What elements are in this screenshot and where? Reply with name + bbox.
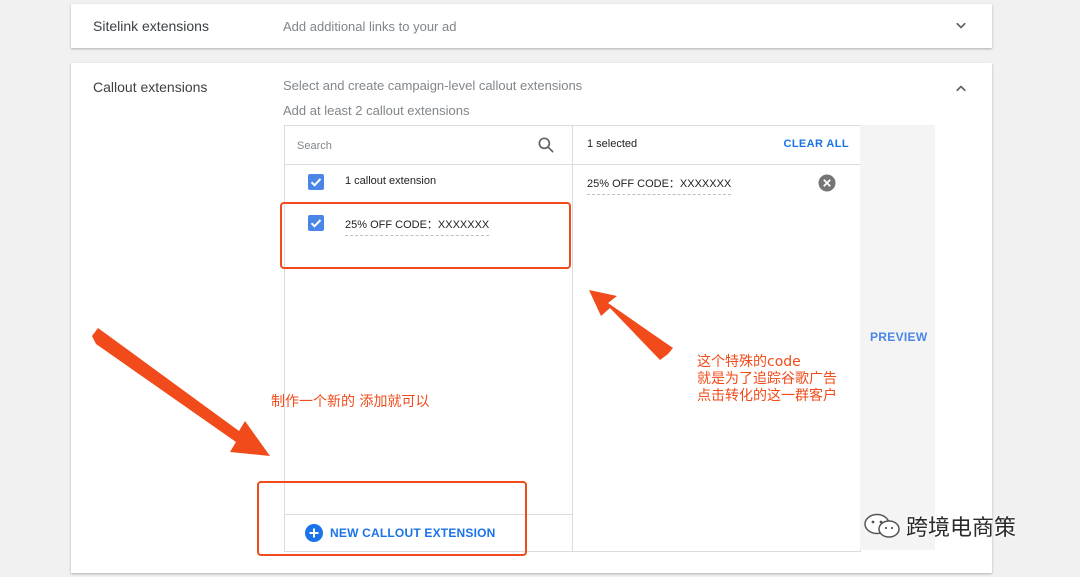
annotation-left-note: 制作一个新的 添加就可以 xyxy=(271,394,430,410)
chevron-down-icon[interactable] xyxy=(952,17,970,35)
selected-count: 1 selected xyxy=(587,138,638,150)
highlight-box-new-button xyxy=(257,481,527,556)
selected-item-label: 25% OFF CODE：XXXXXXX xyxy=(587,175,732,195)
remove-circle-icon[interactable] xyxy=(818,174,836,192)
clear-all-button[interactable]: CLEAR ALL xyxy=(783,138,849,150)
annotation-right-note-1: 这个特殊的code xyxy=(697,354,801,370)
highlight-box-selected-code xyxy=(280,202,571,269)
callout-extensions-card: Callout extensions Select and create cam… xyxy=(71,63,992,573)
callout-title: Callout extensions xyxy=(93,79,208,95)
checkbox-checked-icon[interactable] xyxy=(308,174,324,190)
preview-button[interactable]: PREVIEW xyxy=(870,330,927,344)
search-icon[interactable] xyxy=(536,135,556,155)
watermark-text: 跨境电商策 xyxy=(906,516,1017,541)
preview-panel: PREVIEW xyxy=(860,125,935,550)
sitelink-extensions-card[interactable]: Sitelink extensions Add additional links… xyxy=(71,4,992,48)
watermark: 跨境电商策 xyxy=(862,510,1016,542)
search-bar xyxy=(285,126,572,165)
list-item-label: 1 callout extension xyxy=(345,175,437,187)
callout-requirement: Add at least 2 callout extensions xyxy=(283,103,470,118)
annotation-right-note-3: 点击转化的这一群客户 xyxy=(697,388,837,404)
chevron-up-icon[interactable] xyxy=(952,79,970,97)
annotation-right-note-2: 就是为了追踪谷歌广告 xyxy=(697,371,837,387)
wechat-icon xyxy=(864,513,900,538)
sitelink-description: Add additional links to your ad xyxy=(283,19,457,34)
list-item[interactable]: 1 callout extension xyxy=(285,164,572,200)
selected-pane: 1 selected CLEAR ALL 25% OFF CODE：XXXXXX… xyxy=(573,126,860,551)
callout-description: Select and create campaign-level callout… xyxy=(283,78,583,93)
selected-header: 1 selected CLEAR ALL xyxy=(573,126,860,165)
sitelink-title: Sitelink extensions xyxy=(93,18,209,34)
search-input[interactable] xyxy=(295,135,519,157)
